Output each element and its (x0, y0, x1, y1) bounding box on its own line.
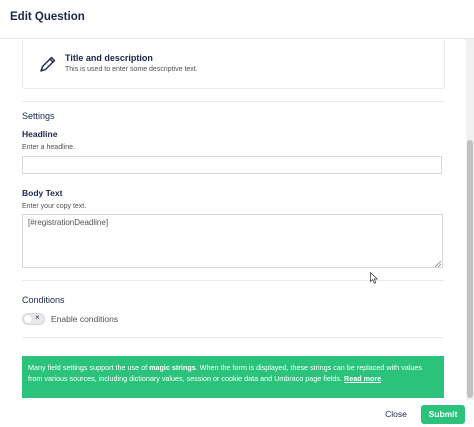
body-text-description: Enter your copy text. (22, 203, 87, 210)
dialog-content: Title and description This is used to en… (0, 39, 464, 400)
scrollbar[interactable] (466, 39, 474, 400)
divider (22, 101, 444, 102)
field-type-card[interactable]: Title and description This is used to en… (22, 40, 445, 89)
dialog-footer: Close (0, 400, 474, 427)
submit-button[interactable]: Submit (421, 405, 465, 424)
info-text: . (381, 374, 384, 383)
scrollbar-thumb[interactable] (467, 140, 473, 398)
edit-question-dialog: Edit Question Title and description This… (0, 0, 474, 427)
conditions-heading: Conditions (22, 295, 65, 305)
dialog-title: Edit Question (10, 11, 85, 23)
field-type-description: This is used to enter some descriptive t… (65, 66, 198, 73)
divider (22, 337, 444, 338)
enable-conditions-toggle[interactable]: × (22, 313, 45, 325)
read-more-link[interactable]: Read more (344, 374, 381, 383)
info-text: Many field settings support the use of (28, 363, 150, 372)
toggle-knob (24, 315, 32, 323)
resize-handle-icon[interactable] (435, 261, 441, 267)
field-type-title: Title and description (65, 53, 153, 63)
dialog-header: Edit Question (0, 0, 474, 39)
body-text-textarea[interactable]: [#registrationDeadline] (22, 214, 443, 268)
headline-input[interactable] (22, 156, 442, 174)
body-text-label: Body Text (22, 188, 63, 198)
close-button[interactable]: Close (378, 406, 414, 423)
divider (22, 280, 444, 281)
close-icon: × (35, 313, 40, 322)
settings-heading: Settings (22, 111, 55, 121)
headline-description: Enter a headline. (22, 144, 75, 151)
enable-conditions-label: Enable conditions (51, 314, 119, 324)
headline-label: Headline (22, 129, 58, 139)
mouse-cursor-icon (370, 272, 378, 284)
magic-strings-info-box: Many field settings support the use of m… (22, 356, 444, 398)
pencil-icon (40, 56, 56, 72)
info-highlight: magic strings (149, 363, 196, 372)
